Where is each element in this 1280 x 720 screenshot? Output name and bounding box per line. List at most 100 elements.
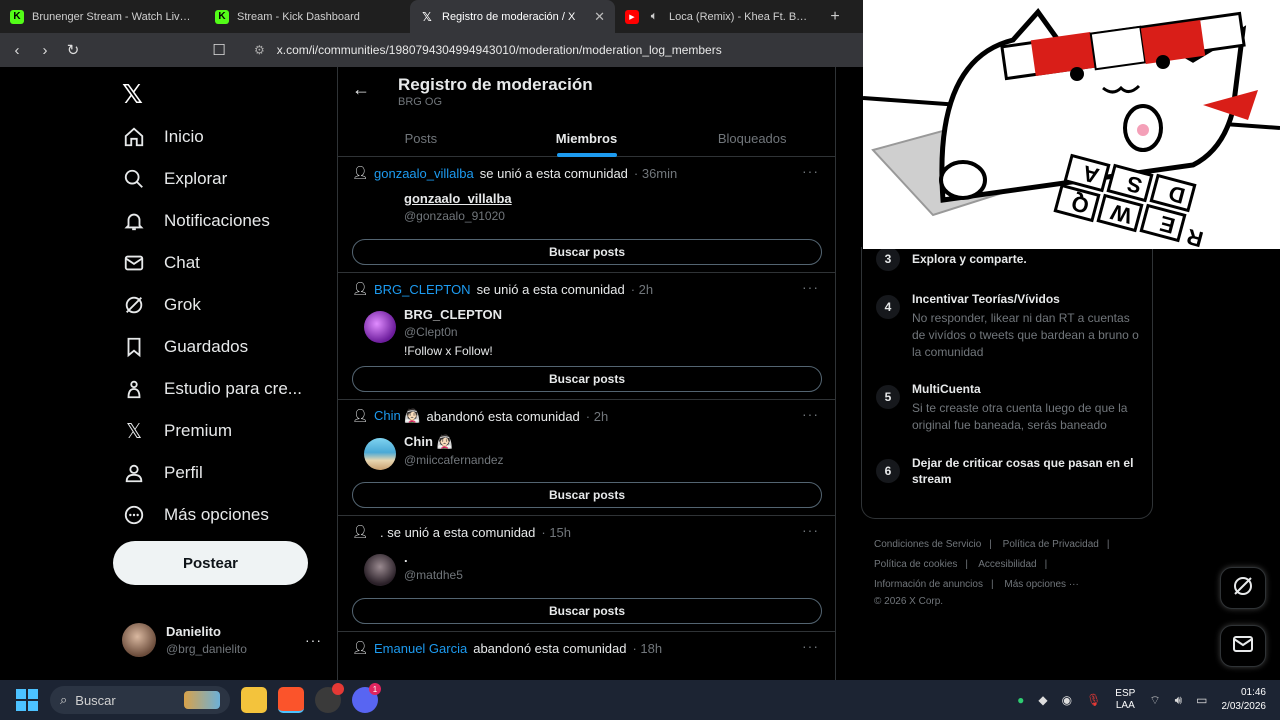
browser-tab-3[interactable]: 𝕏 Registro de moderación / X ✕	[410, 0, 615, 33]
language-code: ESP	[1115, 688, 1136, 699]
back-arrow-icon[interactable]: ←	[352, 79, 370, 100]
grok-icon	[1231, 574, 1255, 603]
footer-link[interactable]: Política de Privacidad	[1003, 539, 1099, 550]
discord-icon[interactable]: 1	[352, 683, 381, 713]
bongo-cat-overlay: A S D Q W E R	[863, 0, 1280, 249]
obs-icon[interactable]	[315, 683, 344, 713]
nav-mas-opciones[interactable]: Más opciones	[122, 503, 269, 527]
taskbar-search[interactable]: ⌕ Buscar	[50, 686, 230, 714]
nav-chat[interactable]: Chat	[122, 251, 200, 275]
user-link[interactable]: BRG_CLEPTON	[374, 282, 471, 297]
shield-icon[interactable]: ◆	[1038, 693, 1047, 707]
account-name: Danielito	[166, 624, 221, 639]
user-link[interactable]: Chin 👰🏻	[374, 408, 421, 424]
nav-label: Explorar	[164, 169, 228, 188]
account-handle: @brg_danielito	[166, 642, 247, 656]
steam-icon[interactable]: ◉	[1062, 693, 1072, 707]
user-cell[interactable]: gonzaalo_villalba @gonzaalo_91020	[364, 191, 821, 231]
nav-label: Chat	[164, 253, 200, 272]
nav-label: Más opciones	[164, 505, 269, 524]
browser-tab-1[interactable]: K Brunenger Stream - Watch Live on Ki	[0, 0, 205, 33]
grok-fab-button[interactable]	[1220, 567, 1266, 609]
footer-link[interactable]: Condiciones de Servicio	[874, 539, 981, 550]
more-dots-icon[interactable]: ···	[802, 522, 819, 538]
search-posts-button[interactable]: Buscar posts	[352, 366, 822, 392]
file-explorer-icon[interactable]	[241, 687, 267, 713]
footer-link[interactable]: Información de anuncios	[874, 579, 983, 590]
nav-grok[interactable]: Grok	[122, 293, 201, 317]
volume-icon[interactable]: 🔊︎	[1175, 693, 1183, 708]
user-name[interactable]: BRG_CLEPTON	[404, 307, 502, 322]
tab-bloqueados[interactable]: Bloqueados	[669, 119, 835, 157]
site-settings-icon[interactable]: ⚙	[254, 43, 265, 57]
footer-link[interactable]: Más opciones ···	[1004, 579, 1078, 590]
more-dots-icon[interactable]: ···	[802, 638, 819, 654]
user-link[interactable]: Emanuel Garcia	[374, 641, 467, 656]
search-posts-button[interactable]: Buscar posts	[352, 598, 822, 624]
post-button[interactable]: Postear	[113, 541, 308, 585]
x-icon: 𝕏	[125, 420, 143, 443]
log-action: . se unió a esta comunidad	[380, 524, 536, 540]
close-tab-icon[interactable]: ✕	[594, 9, 605, 25]
x-icon: 𝕏	[422, 9, 432, 24]
log-action: se unió a esta comunidad	[476, 281, 625, 297]
user-cell[interactable]: . @matdhe5	[364, 550, 821, 590]
nav-perfil[interactable]: Perfil	[122, 461, 203, 485]
bookmark-icon[interactable]: ☐	[210, 41, 228, 59]
nav-inicio[interactable]: Inicio	[122, 125, 204, 149]
account-switcher[interactable]: Danielito @brg_danielito ···	[122, 623, 322, 657]
microphone-icon[interactable]: 🎙︎	[1086, 693, 1101, 707]
new-tab-button[interactable]: +	[820, 0, 850, 33]
back-icon[interactable]: ‹	[8, 42, 26, 59]
battery-icon[interactable]: ▭	[1196, 693, 1207, 707]
status-dot-icon[interactable]: ●	[1017, 693, 1024, 707]
user-cell[interactable]: BRG_CLEPTON @Clept0n !Follow x Follow!	[364, 307, 821, 358]
user-cell[interactable]: Chin 👰🏻 @miiccafernandez	[364, 434, 821, 474]
reload-icon[interactable]: ↻	[64, 41, 82, 59]
footer-link[interactable]: Política de cookies	[874, 559, 957, 570]
tab-miembros[interactable]: Miembros	[504, 119, 670, 157]
more-dots-icon[interactable]: ···	[802, 406, 819, 422]
user-name[interactable]: gonzaalo_villalba	[404, 191, 512, 206]
url-text: x.com/i/communities/1980794304994943010/…	[276, 43, 722, 57]
browser-tab-2[interactable]: K Stream - Kick Dashboard	[205, 0, 410, 33]
nav-explorar[interactable]: Explorar	[122, 167, 227, 191]
browser-tab-4[interactable]: ▶ 🔈︎ Loca (Remix) - Khea Ft. Bad Bunn	[615, 0, 820, 33]
footer-link[interactable]: Accesibilidad	[978, 559, 1036, 570]
nav-premium[interactable]: 𝕏 Premium	[122, 419, 232, 443]
messages-fab-button[interactable]	[1220, 625, 1266, 667]
windows-start-icon[interactable]	[16, 689, 38, 711]
more-dots-icon[interactable]: ···	[305, 632, 322, 648]
user-name[interactable]: .	[404, 550, 463, 565]
speaker-icon[interactable]: 🔈︎	[647, 10, 661, 24]
search-posts-button[interactable]: Buscar posts	[352, 239, 822, 265]
clock-date: 2/03/2026	[1221, 701, 1267, 712]
clock-time: 01:46	[1240, 687, 1266, 698]
language-indicator[interactable]: ESP LAA	[1115, 688, 1135, 712]
nav-label: Grok	[164, 295, 201, 314]
nav-estudio[interactable]: Estudio para cre...	[122, 377, 302, 401]
x-logo-icon[interactable]: 𝕏	[122, 79, 143, 110]
search-placeholder: Buscar	[75, 692, 116, 708]
url-field[interactable]: ⚙ x.com/i/communities/198079430499494301…	[254, 43, 722, 57]
notification-badge: 1	[369, 683, 381, 695]
log-entry: 👤︎ Emanuel Garcia abandonó esta comunida…	[338, 632, 835, 663]
nav-label: Notificaciones	[164, 211, 270, 230]
brave-browser-icon[interactable]	[278, 687, 304, 713]
more-dots-icon[interactable]: ···	[802, 279, 819, 295]
user-name[interactable]: Chin 👰🏻	[404, 434, 504, 450]
clock[interactable]: 01:46 2/03/2026	[1222, 686, 1267, 714]
forward-icon[interactable]: ›	[36, 42, 54, 59]
rule-description: Si te creaste otra cuenta luego de que l…	[912, 401, 1128, 432]
more-dots-icon[interactable]: ···	[802, 163, 819, 179]
rule-number: 6	[876, 459, 900, 483]
wifi-icon[interactable]: ⌔	[1149, 693, 1160, 708]
nav-notificaciones[interactable]: Notificaciones	[122, 209, 270, 233]
nav-label: Guardados	[164, 337, 249, 356]
user-link[interactable]: gonzaalo_villalba	[374, 166, 474, 181]
search-posts-button[interactable]: Buscar posts	[352, 482, 822, 508]
bookmark-icon	[122, 335, 146, 359]
community-rules: 3 Explora y comparte. 4 Incentivar Teorí…	[861, 247, 1153, 519]
tab-posts[interactable]: Posts	[338, 119, 504, 157]
nav-guardados[interactable]: Guardados	[122, 335, 248, 359]
